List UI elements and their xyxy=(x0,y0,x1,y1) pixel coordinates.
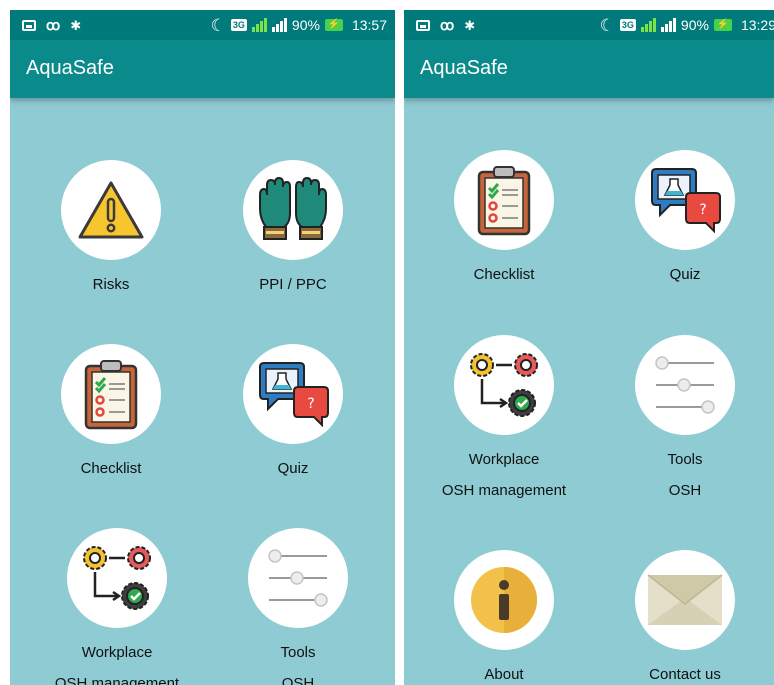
tile-icon-circle xyxy=(248,528,348,628)
tile-label: Checklist xyxy=(80,460,142,477)
tile-label: Workplace xyxy=(81,644,153,661)
tile-sublabel: OSH management xyxy=(54,675,180,685)
tile-label: Tools xyxy=(280,644,316,661)
quiz-chat-icon: ? xyxy=(651,168,721,233)
phone-screen-right: ꝏ ✱ ☾ 3G 90% ⚡ 13:29 AquaSafe Checklist … xyxy=(404,10,774,685)
gears-workflow-icon xyxy=(83,546,151,610)
sliders-icon xyxy=(268,549,328,607)
tile-icon-circle xyxy=(454,150,554,250)
gloves-icon xyxy=(259,176,327,240)
gallery-notification-icon xyxy=(416,19,430,31)
voicemail-icon: ꝏ xyxy=(46,17,61,33)
tile-ppi-ppc[interactable]: PPI / PPC xyxy=(208,160,378,294)
tile-label: Checklist xyxy=(473,266,535,283)
tile-icon-circle: ? xyxy=(635,150,735,250)
tile-about[interactable]: About xyxy=(419,550,589,684)
signal-strength-icon-2 xyxy=(271,18,287,32)
tile-label: Workplace xyxy=(468,451,540,468)
battery-charging-icon: ⚡ xyxy=(713,19,732,31)
clock: 13:29 xyxy=(740,17,774,33)
gears-workflow-icon xyxy=(470,353,538,417)
tile-checklist[interactable]: Checklist xyxy=(419,150,589,284)
app-title: AquaSafe xyxy=(26,57,114,79)
debug-icon: ✱ xyxy=(70,17,82,33)
tile-workplace[interactable]: Workplace OSH management xyxy=(419,335,589,500)
tile-tools[interactable]: Tools OSH xyxy=(600,335,770,500)
do-not-disturb-icon: ☾ xyxy=(210,15,226,35)
tile-risks[interactable]: Risks xyxy=(26,160,196,294)
tile-label: Quiz xyxy=(277,460,309,477)
info-icon xyxy=(471,567,537,633)
battery-percent: 90% xyxy=(291,17,320,33)
tile-icon-circle xyxy=(61,160,161,260)
signal-strength-icon xyxy=(251,18,267,32)
tile-icon-circle xyxy=(454,335,554,435)
tile-label: Contact us xyxy=(649,666,721,683)
debug-icon: ✱ xyxy=(464,17,476,33)
tile-icon-circle xyxy=(635,550,735,650)
tile-quiz[interactable]: ? Quiz xyxy=(600,150,770,284)
tile-icon-circle xyxy=(454,550,554,650)
tile-label: Quiz xyxy=(669,266,701,283)
tile-icon-circle xyxy=(67,528,167,628)
network-type-badge: 3G xyxy=(230,19,247,31)
tile-icon-circle xyxy=(243,160,343,260)
warning-icon xyxy=(78,181,144,239)
sliders-icon xyxy=(655,356,715,414)
svg-text:?: ? xyxy=(307,396,314,412)
envelope-icon xyxy=(647,574,723,625)
tile-sublabel: OSH management xyxy=(441,482,567,499)
network-type-badge: 3G xyxy=(619,19,636,31)
clipboard-checklist-icon xyxy=(477,166,531,236)
gallery-notification-icon xyxy=(22,19,36,31)
tile-checklist[interactable]: Checklist xyxy=(26,344,196,478)
tile-sublabel: OSH xyxy=(668,482,702,499)
tile-icon-circle xyxy=(635,335,735,435)
app-bar: AquaSafe xyxy=(10,40,395,98)
clipboard-checklist-icon xyxy=(84,360,138,430)
voicemail-icon: ꝏ xyxy=(440,17,455,33)
tile-label: Tools xyxy=(667,451,703,468)
phone-screen-left: ꝏ ✱ ☾ 3G 90% ⚡ 13:57 AquaSafe Risks PPI … xyxy=(10,10,395,685)
tile-workplace[interactable]: Workplace OSH management xyxy=(32,528,202,685)
battery-charging-icon: ⚡ xyxy=(324,19,343,31)
svg-text:?: ? xyxy=(699,202,706,218)
quiz-chat-icon: ? xyxy=(259,362,329,427)
clock: 13:57 xyxy=(351,17,387,33)
tile-contact-us[interactable]: Contact us xyxy=(600,550,770,684)
status-bar: ꝏ ✱ ☾ 3G 90% ⚡ 13:57 xyxy=(10,10,395,40)
app-bar: AquaSafe xyxy=(404,40,774,98)
tile-label: About xyxy=(484,666,524,683)
tile-sublabel: OSH xyxy=(281,675,315,685)
do-not-disturb-icon: ☾ xyxy=(599,15,615,35)
signal-strength-icon-2 xyxy=(660,18,676,32)
app-title: AquaSafe xyxy=(420,57,508,79)
tile-quiz[interactable]: ? Quiz xyxy=(208,344,378,478)
tile-tools[interactable]: Tools OSH xyxy=(213,528,383,685)
tile-icon-circle xyxy=(61,344,161,444)
signal-strength-icon xyxy=(640,18,656,32)
tile-icon-circle: ? xyxy=(243,344,343,444)
tile-label: PPI / PPC xyxy=(259,276,327,293)
battery-percent: 90% xyxy=(680,17,709,33)
tile-label: Risks xyxy=(92,276,130,293)
status-bar: ꝏ ✱ ☾ 3G 90% ⚡ 13:29 xyxy=(404,10,774,40)
